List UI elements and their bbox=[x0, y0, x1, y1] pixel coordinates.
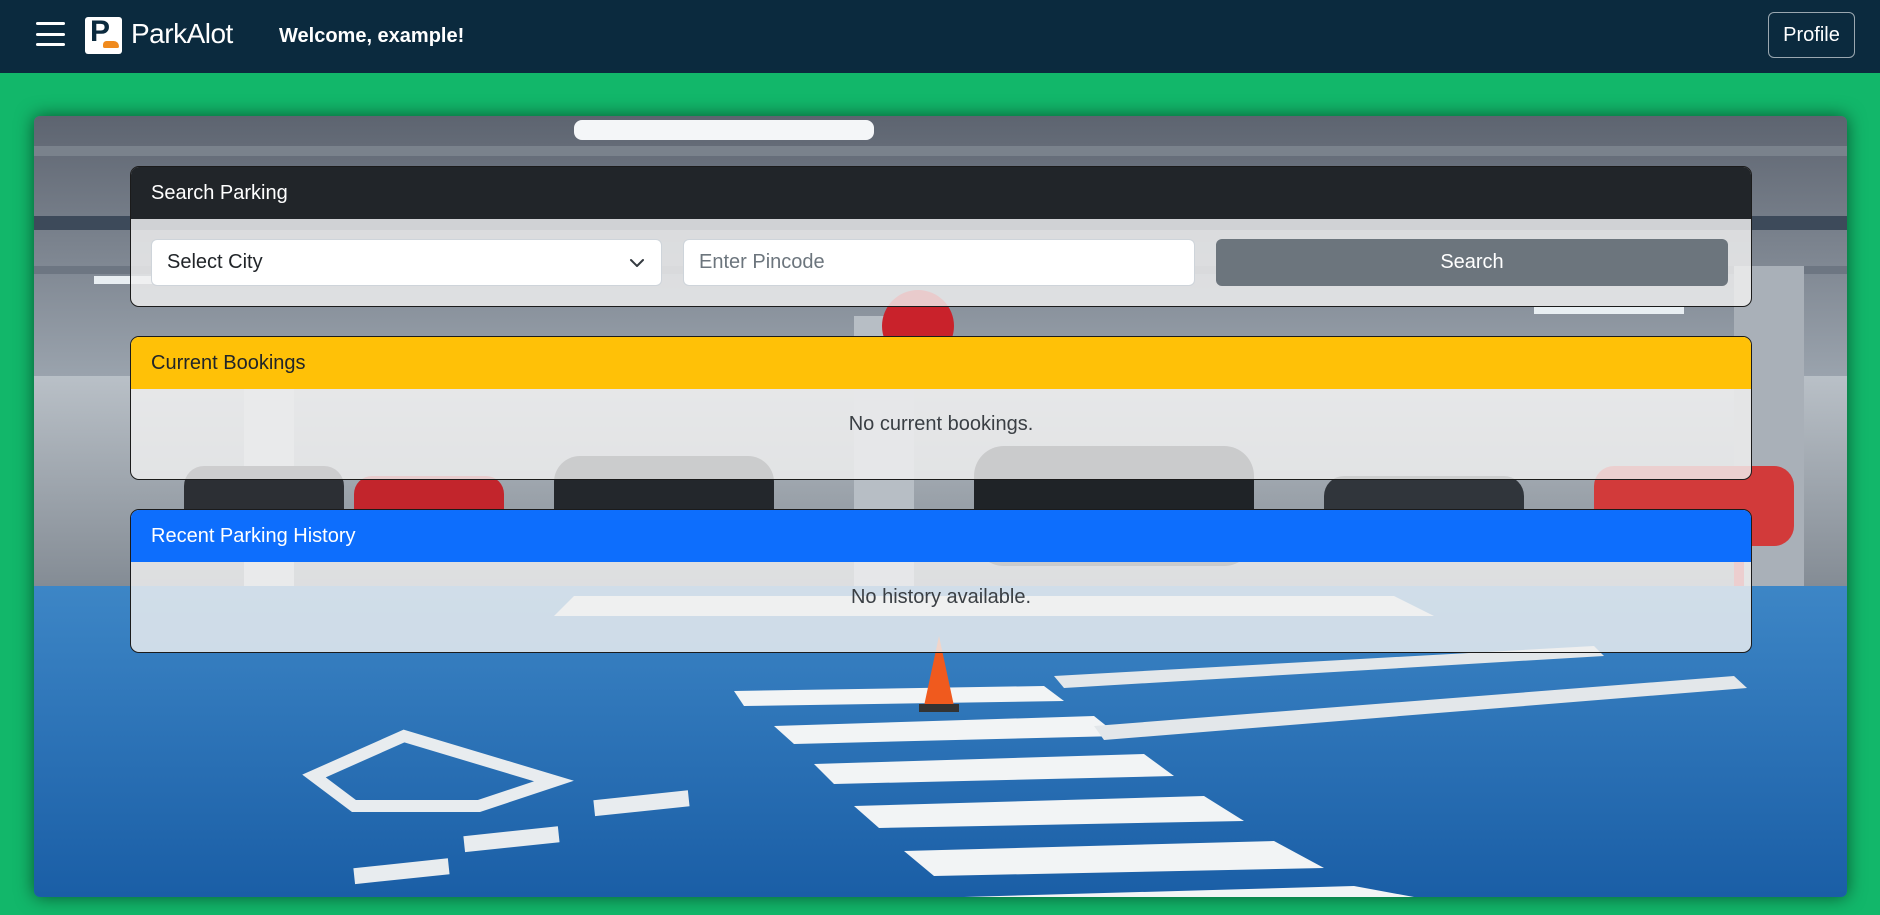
brand-name[interactable]: ParkAlot bbox=[131, 18, 233, 50]
city-select-value: Select City bbox=[167, 251, 263, 273]
city-select[interactable]: Select City bbox=[151, 239, 662, 286]
parking-history-title: Recent Parking History bbox=[151, 524, 356, 547]
car-icon bbox=[103, 41, 119, 48]
parking-logo-icon[interactable]: P bbox=[85, 15, 122, 54]
current-bookings-header: Current Bookings bbox=[131, 337, 1751, 389]
current-bookings-empty-text: No current bookings. bbox=[848, 413, 1034, 435]
parking-history-header: Recent Parking History bbox=[131, 510, 1751, 562]
current-bookings-title: Current Bookings bbox=[151, 351, 306, 374]
parking-history-empty-text: No history available. bbox=[850, 586, 1032, 608]
pincode-input[interactable] bbox=[683, 239, 1195, 286]
search-button[interactable]: Search bbox=[1216, 239, 1728, 286]
search-parking-title: Search Parking bbox=[151, 181, 288, 204]
top-navbar: P ParkAlot Welcome, example! Profile bbox=[0, 0, 1880, 73]
search-parking-header: Search Parking bbox=[131, 167, 1751, 219]
profile-button[interactable]: Profile bbox=[1768, 12, 1855, 58]
search-parking-card: Search Parking Select City Search bbox=[130, 166, 1752, 307]
welcome-text: Welcome, example! bbox=[279, 25, 465, 47]
current-bookings-card: Current Bookings No current bookings. bbox=[130, 336, 1752, 480]
chevron-down-icon bbox=[630, 259, 644, 267]
dashboard-panel: Search Parking Select City Search Curren… bbox=[34, 116, 1847, 897]
parking-history-card: Recent Parking History No history availa… bbox=[130, 509, 1752, 653]
search-form: Select City Search bbox=[131, 219, 1751, 306]
hamburger-menu-icon[interactable] bbox=[36, 22, 65, 46]
